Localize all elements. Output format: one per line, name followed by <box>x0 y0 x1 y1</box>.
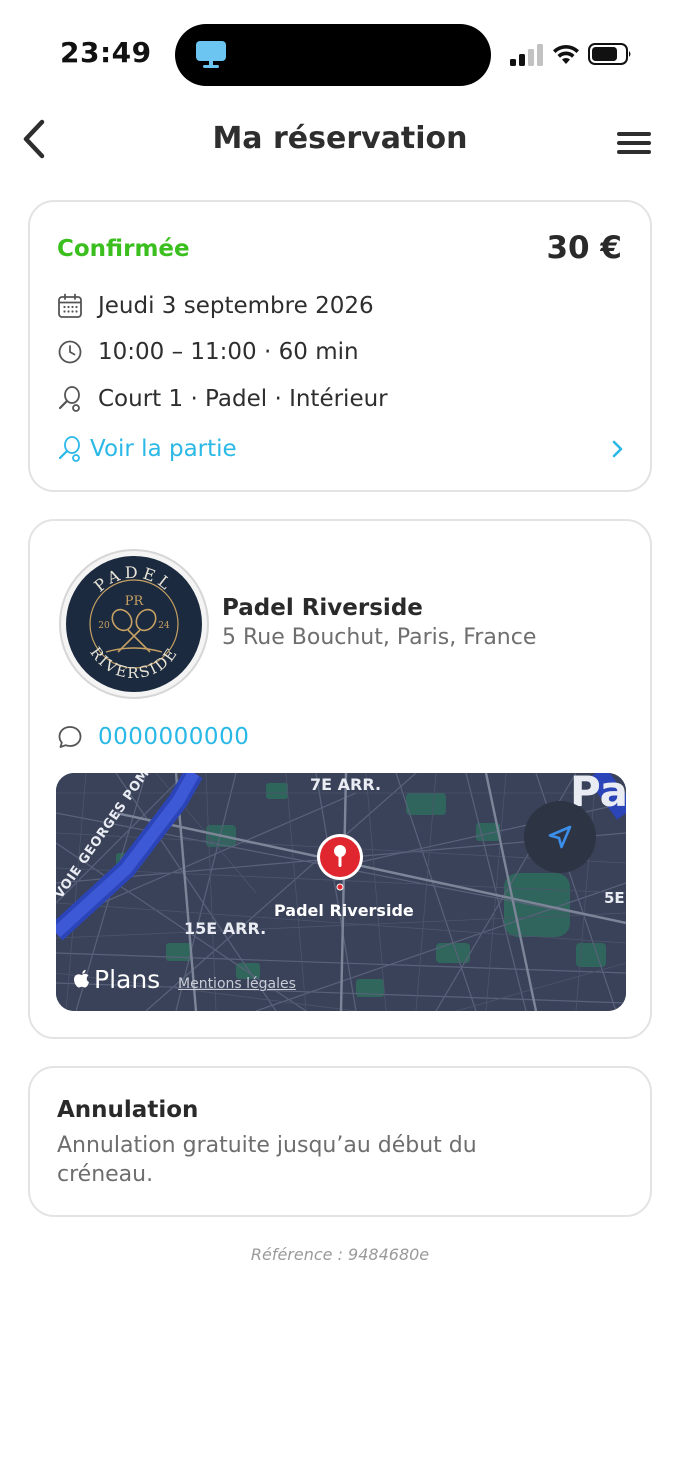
calendar-icon <box>58 293 82 318</box>
dynamic-island <box>175 24 491 86</box>
club-phone-row[interactable]: 0000000000 <box>56 722 249 752</box>
chevron-right-icon[interactable] <box>608 437 628 461</box>
padel-racket-icon <box>58 386 80 412</box>
wifi-icon <box>553 44 579 64</box>
locate-button[interactable] <box>524 801 596 873</box>
cellular-signal-icon <box>510 44 543 66</box>
screen-mirroring-icon <box>196 41 226 68</box>
battery-icon <box>588 43 631 65</box>
logo-monogram: PR <box>125 594 145 609</box>
view-match-label[interactable]: Voir la partie <box>90 436 237 462</box>
page-title: Ma réservation <box>212 121 468 156</box>
booking-time-row: 10:00 – 11:00 · 60 min <box>56 337 359 367</box>
chat-bubble-icon <box>58 726 82 748</box>
booking-time: 10:00 – 11:00 · 60 min <box>98 339 359 365</box>
map-legal-link[interactable]: Mentions légales <box>178 976 296 992</box>
logo-year-left: 20 <box>98 621 110 631</box>
map-label-district-7: 7E ARR. <box>310 775 382 794</box>
map-pin-icon[interactable] <box>314 833 366 893</box>
map-label-district-5: 5E <box>604 889 625 907</box>
cancellation-title: Annulation <box>57 1097 199 1123</box>
map-pin-label: Padel Riverside <box>274 901 414 920</box>
club-name: Padel Riverside <box>222 595 423 621</box>
booking-court: Court 1 · Padel · Intérieur <box>98 386 388 412</box>
club-address: 5 Rue Bouchut, Paris, France <box>222 625 537 650</box>
booking-date: Jeudi 3 septembre 2026 <box>98 293 374 319</box>
booking-court-row: Court 1 · Padel · Intérieur <box>56 384 388 414</box>
hamburger-menu-icon[interactable] <box>614 128 654 158</box>
cancellation-card: Annulation Annulation gratuite jusqu’au … <box>28 1066 652 1217</box>
club-card: PADEL RIVERSIDE PR 20 24 Padel Riverside… <box>28 519 652 1039</box>
logo-year-right: 24 <box>158 621 170 631</box>
clock-icon <box>58 340 82 364</box>
cancellation-text: Annulation gratuite jusqu’au début du cr… <box>57 1133 477 1187</box>
status-bar: 23:49 <box>0 0 680 100</box>
maps-brand: Plans <box>94 965 161 994</box>
club-logo: PADEL RIVERSIDE PR 20 24 <box>59 549 209 699</box>
booking-status: Confirmée <box>57 236 190 262</box>
booking-price: 30 € <box>546 230 622 266</box>
status-time: 23:49 <box>60 36 152 69</box>
booking-date-row: Jeudi 3 septembre 2026 <box>56 291 374 321</box>
maps-attribution: Plans <box>72 965 160 994</box>
booking-card: Confirmée 30 € Jeudi 3 septembre 2026 10… <box>28 200 652 492</box>
club-phone[interactable]: 0000000000 <box>98 724 249 750</box>
map-label-district-15: 15E ARR. <box>184 919 267 938</box>
apple-logo-icon <box>74 969 89 987</box>
view-match-link[interactable]: Voir la partie <box>56 434 628 464</box>
padel-racket-icon <box>58 436 80 462</box>
booking-reference: Référence : 9484680e <box>250 1245 430 1264</box>
location-arrow-icon <box>548 825 572 849</box>
club-map[interactable]: Pa 7E ARR. 15E ARR. 5E VOIE GEORGES POMP… <box>56 773 626 1011</box>
